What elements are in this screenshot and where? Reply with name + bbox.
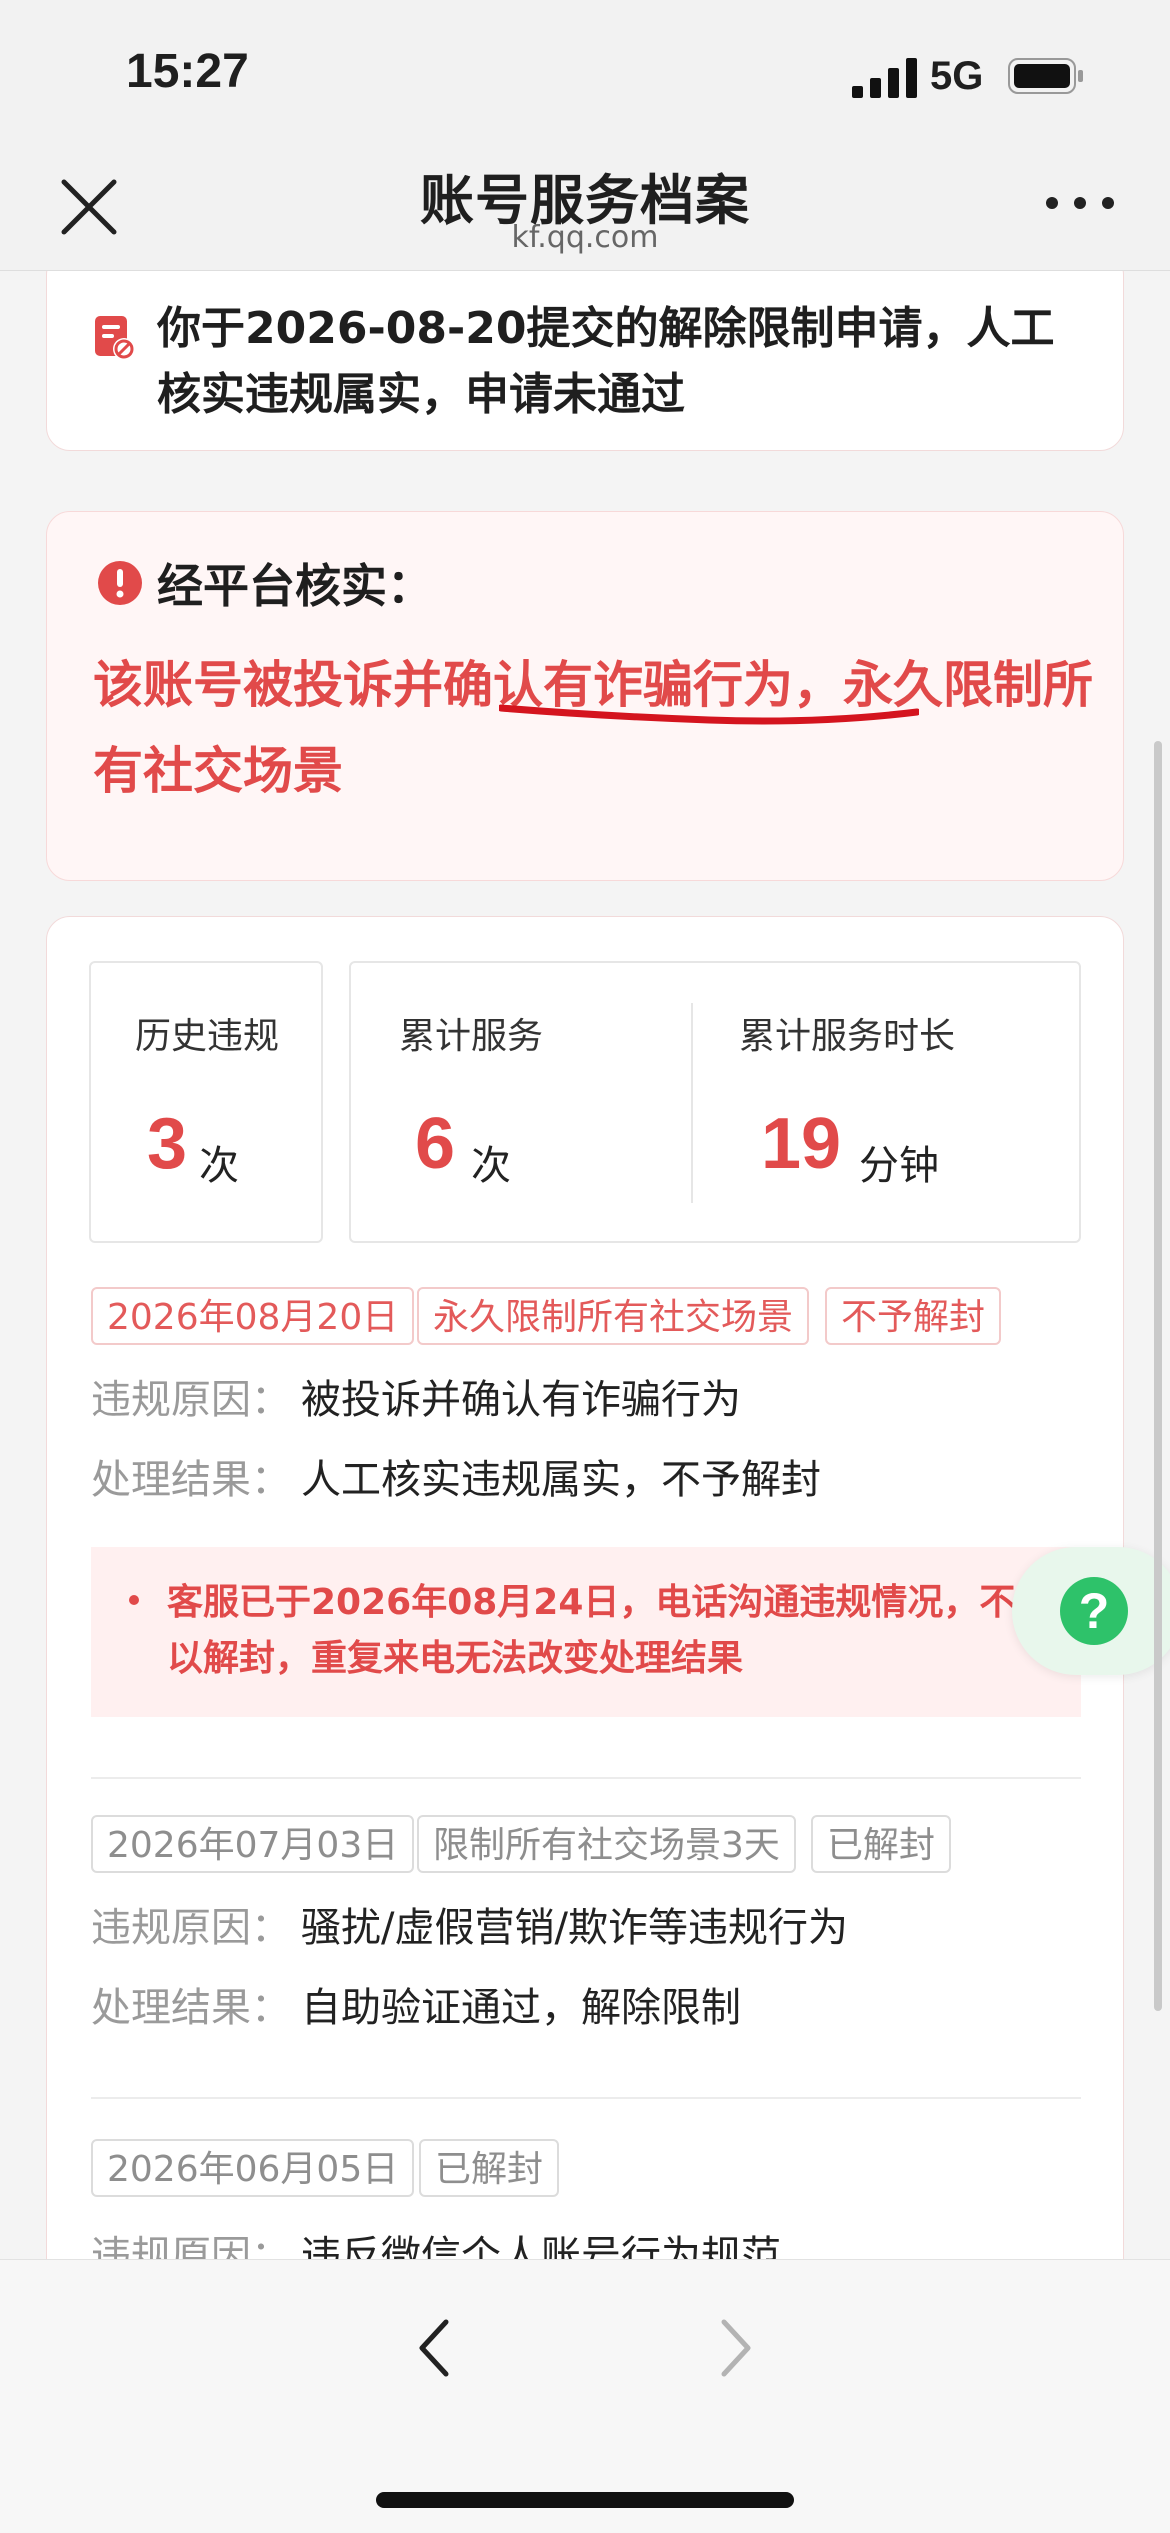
notice-text: 你于2026-08-20提交的解除限制申请，人工核实违规属实，申请未通过	[157, 303, 1055, 420]
stat-value: 19	[761, 1104, 842, 1184]
more-icon[interactable]	[1040, 188, 1120, 218]
result-label: 处理结果：	[91, 1985, 291, 2031]
reason-label: 违规原因：	[91, 2233, 291, 2259]
home-indicator[interactable]	[376, 2492, 794, 2508]
stat-unit: 次	[199, 1143, 239, 1189]
stat-value: 6	[415, 1104, 456, 1184]
stat-value: 3	[147, 1104, 188, 1184]
service-remark: 客服已于2026年08月24日，电话沟通违规情况，不予以解封，重复来电无法改变处…	[91, 1547, 1081, 1717]
bottom-toolbar	[0, 2259, 1170, 2533]
stat-label: 累计服务	[399, 1016, 544, 1057]
alert-icon	[98, 561, 142, 605]
page-domain: kf.qq.com	[511, 220, 659, 255]
record-tag-status: 已解封	[419, 2139, 560, 2197]
reason-value: 骚扰/虚假营销/欺诈等违规行为	[301, 1905, 848, 1951]
help-button[interactable]: ?	[1012, 1547, 1170, 1675]
status-time: 15:27	[126, 45, 249, 98]
notice-card: 你于2026-08-20提交的解除限制申请，人工核实违规属实，申请未通过	[46, 271, 1124, 451]
back-arrow-icon[interactable]	[412, 2316, 456, 2380]
stat-label: 历史违规	[135, 1016, 280, 1057]
stat-unit: 次	[471, 1143, 511, 1189]
stat-label: 累计服务时长	[739, 1016, 956, 1057]
battery-icon	[1008, 58, 1083, 94]
record-tag-date: 2026年06月05日	[91, 2139, 415, 2197]
content-area[interactable]: 你于2026-08-20提交的解除限制申请，人工核实违规属实，申请未通过 经平台…	[0, 271, 1170, 2259]
reason-label: 违规原因：	[91, 1377, 291, 1423]
restricted-doc-icon	[95, 316, 135, 360]
record-tag-date: 2026年07月03日	[91, 1815, 415, 1873]
network-type: 5G	[930, 54, 984, 98]
hand-drawn-underline	[499, 704, 919, 725]
record-tag-status: 不予解封	[825, 1287, 1002, 1345]
remark-text: 客服已于2026年08月24日，电话沟通违规情况，不予以解封，重复来电无法改变处…	[167, 1582, 1052, 1679]
reason-value: 违反微信个人账号行为规范	[301, 2233, 781, 2259]
forward-arrow-icon[interactable]	[714, 2316, 758, 2380]
verification-message: 该账号被投诉并确认有诈骗行为，永久限制所有社交场景	[93, 656, 1093, 800]
stat-history-violations: 历史违规 3 次	[89, 961, 323, 1243]
record-tag-date: 2026年08月20日	[91, 1287, 415, 1345]
record-tag-status: 已解封	[811, 1815, 952, 1873]
signal-icon	[852, 58, 917, 98]
nav-header: 账号服务档案 kf.qq.com	[0, 150, 1170, 271]
reason-label: 违规原因：	[91, 1905, 291, 1951]
reason-value: 被投诉并确认有诈骗行为	[301, 1377, 741, 1423]
stat-divider	[691, 1003, 693, 1203]
result-value: 自助验证通过，解除限制	[301, 1985, 741, 2031]
bullet-dot	[129, 1595, 139, 1605]
record-separator	[91, 2097, 1081, 2099]
status-bar: 15:27 5G	[0, 0, 1170, 150]
stats-service-panel: 累计服务 6 次 累计服务时长 19 分钟	[349, 961, 1081, 1243]
stat-unit: 分钟	[859, 1143, 939, 1189]
help-icon: ?	[1060, 1577, 1128, 1645]
scrollbar[interactable]	[1154, 741, 1162, 2011]
record-card: 历史违规 3 次 累计服务 6 次 累计服务时长 19 分钟 2026年08月2…	[46, 916, 1124, 2259]
verification-card: 经平台核实： 该账号被投诉并确认有诈骗行为，永久限制所有社交场景	[46, 511, 1124, 881]
record-separator	[91, 1777, 1081, 1779]
result-value: 人工核实违规属实，不予解封	[301, 1457, 821, 1503]
record-tag-action: 限制所有社交场景3天	[417, 1815, 796, 1873]
record-tag-action: 永久限制所有社交场景	[417, 1287, 810, 1345]
result-label: 处理结果：	[91, 1457, 291, 1503]
verification-title: 经平台核实：	[157, 559, 433, 613]
